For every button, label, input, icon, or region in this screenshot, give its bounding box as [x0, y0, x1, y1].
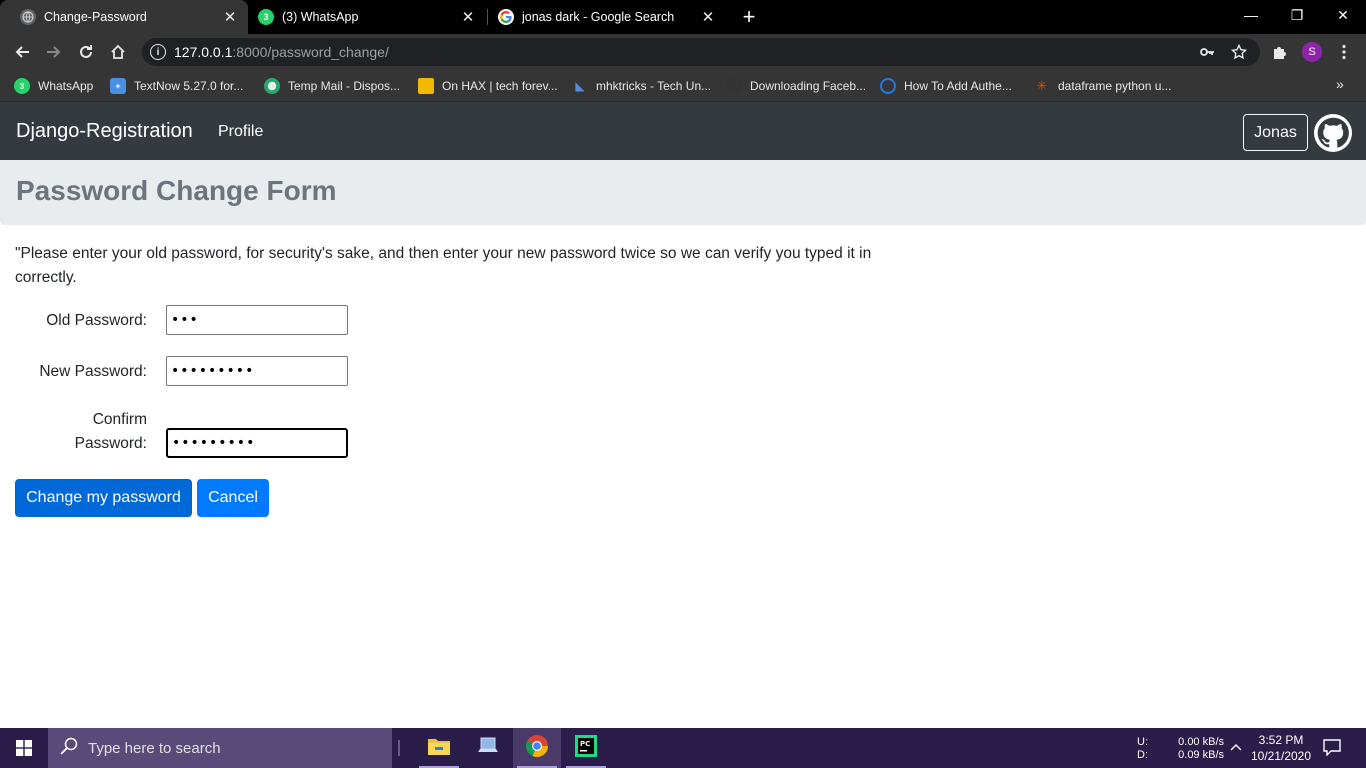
- bookmark-textnow[interactable]: ✦ TextNow 5.27.0 for...: [110, 76, 243, 96]
- forward-arrow-icon[interactable]: [40, 38, 68, 66]
- taskbar-search-box[interactable]: Type here to search: [48, 728, 392, 768]
- back-arrow-icon[interactable]: [8, 38, 36, 66]
- cancel-button[interactable]: Cancel: [197, 479, 269, 517]
- old-password-input[interactable]: [166, 305, 348, 335]
- confirm-password-label: Confirm Password:: [74, 411, 147, 452]
- google-icon: [498, 9, 514, 25]
- bookmark-mhktricks[interactable]: ◣ mhktricks - Tech Un...: [572, 76, 711, 96]
- window-close-icon[interactable]: ✕: [1320, 0, 1366, 30]
- net-labels: U: D:: [1137, 736, 1148, 761]
- site-info-icon[interactable]: i: [150, 44, 166, 60]
- url-text: 127.0.0.1:8000/password_change/: [174, 44, 389, 60]
- old-password-label: Old Password:: [46, 312, 147, 329]
- windows-taskbar: Type here to search PC U: D: 0.00 kB/s 0.0…: [0, 728, 1366, 768]
- extensions-puzzle-icon[interactable]: [1270, 42, 1290, 62]
- onhax-icon: [418, 78, 434, 94]
- key-icon[interactable]: [1198, 43, 1216, 61]
- tab-title: jonas dark - Google Search: [522, 10, 675, 24]
- globe-icon: [20, 9, 36, 25]
- github-icon: [726, 78, 742, 94]
- chrome-icon: [525, 734, 549, 763]
- bookmark-star-icon[interactable]: [1230, 43, 1248, 61]
- taskbar-divider: [398, 740, 400, 756]
- taskbar-search-placeholder: Type here to search: [88, 739, 221, 757]
- change-password-button[interactable]: Change my password: [15, 479, 192, 517]
- page-header: Password Change Form: [0, 160, 1366, 225]
- new-password-input[interactable]: [166, 356, 348, 386]
- taskbar-laptop-app[interactable]: [464, 728, 512, 768]
- tray-chevron-up-icon[interactable]: [1229, 740, 1245, 756]
- tab-close-icon[interactable]: ✕: [460, 9, 476, 26]
- net-speed-meter: 0.00 kB/s 0.09 kB/s: [1178, 736, 1224, 761]
- bookmark-whatsapp[interactable]: 3 WhatsApp: [14, 76, 93, 96]
- whatsapp-icon: 3: [258, 9, 274, 25]
- laptop-icon: [476, 736, 500, 761]
- tab-change-password[interactable]: Change-Password ✕: [0, 0, 248, 34]
- tab-close-icon[interactable]: ✕: [222, 9, 238, 26]
- new-tab-plus-icon[interactable]: +: [736, 4, 762, 30]
- whatsapp-icon: 3: [14, 78, 30, 94]
- user-button[interactable]: Jonas: [1243, 114, 1308, 151]
- navbar-brand[interactable]: Django-Registration: [16, 120, 193, 143]
- form-instructions: "Please enter your old password, for sec…: [15, 245, 872, 286]
- taskbar-clock[interactable]: 3:52 PM 10/21/2020: [1246, 732, 1316, 764]
- bookmark-temp-mail[interactable]: ⓮ Temp Mail - Dispos...: [264, 76, 400, 96]
- pandas-icon: ✳: [1036, 78, 1048, 93]
- taskbar-chrome[interactable]: [513, 728, 561, 768]
- page-title: Password Change Form: [16, 175, 337, 206]
- bookmarks-bar: 3 WhatsApp ✦ TextNow 5.27.0 for... ⓮ Tem…: [0, 70, 1366, 102]
- notification-center-icon[interactable]: [1322, 738, 1344, 758]
- address-bar[interactable]: i 127.0.0.1:8000/password_change/: [142, 38, 1260, 66]
- tempmail-icon: ⓮: [264, 78, 280, 94]
- auth0-icon: [880, 78, 896, 94]
- bookmark-how-to-add-auth[interactable]: How To Add Authe...: [880, 76, 1012, 96]
- bookmark-dataframe-python[interactable]: ✳ dataframe python u...: [1034, 76, 1172, 96]
- site-navbar: Django-Registration Profile Jonas: [0, 102, 1366, 160]
- tab-title: Change-Password: [44, 10, 147, 24]
- minimize-icon[interactable]: —: [1228, 0, 1274, 30]
- home-icon[interactable]: [104, 38, 132, 66]
- profile-avatar-icon[interactable]: S: [1302, 42, 1322, 62]
- browser-toolbar: i 127.0.0.1:8000/password_change/ S: [0, 34, 1366, 70]
- bookmark-downloading-facebook[interactable]: Downloading Faceb...: [726, 76, 866, 96]
- mhktricks-icon: ◣: [575, 79, 585, 93]
- tab-title: (3) WhatsApp: [282, 10, 359, 24]
- pycharm-icon: PC: [574, 734, 598, 763]
- taskbar-file-explorer[interactable]: [415, 728, 463, 768]
- tab-close-icon[interactable]: ✕: [700, 9, 716, 26]
- new-password-label: New Password:: [39, 363, 147, 380]
- github-icon[interactable]: [1314, 114, 1352, 152]
- search-icon: [60, 737, 78, 760]
- restore-icon[interactable]: ❐: [1274, 0, 1320, 30]
- confirm-password-input[interactable]: [166, 428, 348, 458]
- bookmarks-overflow-chevron-icon[interactable]: »: [1336, 76, 1344, 92]
- svg-text:PC: PC: [580, 740, 590, 748]
- bookmark-onhax[interactable]: On HAX | tech forev...: [418, 76, 558, 96]
- tab-google-search[interactable]: jonas dark - Google Search ✕: [478, 0, 726, 34]
- windows-start-icon[interactable]: [0, 728, 48, 768]
- nav-link-profile[interactable]: Profile: [218, 123, 263, 141]
- chrome-menu-kebab-icon[interactable]: [1334, 42, 1354, 62]
- folder-icon: [427, 736, 451, 761]
- taskbar-pycharm[interactable]: PC: [562, 728, 610, 768]
- tab-whatsapp[interactable]: 3 (3) WhatsApp ✕: [238, 0, 486, 34]
- browser-tab-strip: Change-Password ✕ 3 (3) WhatsApp ✕ jonas…: [0, 0, 1366, 34]
- textnow-icon: ✦: [110, 78, 126, 94]
- reload-icon[interactable]: [72, 38, 100, 66]
